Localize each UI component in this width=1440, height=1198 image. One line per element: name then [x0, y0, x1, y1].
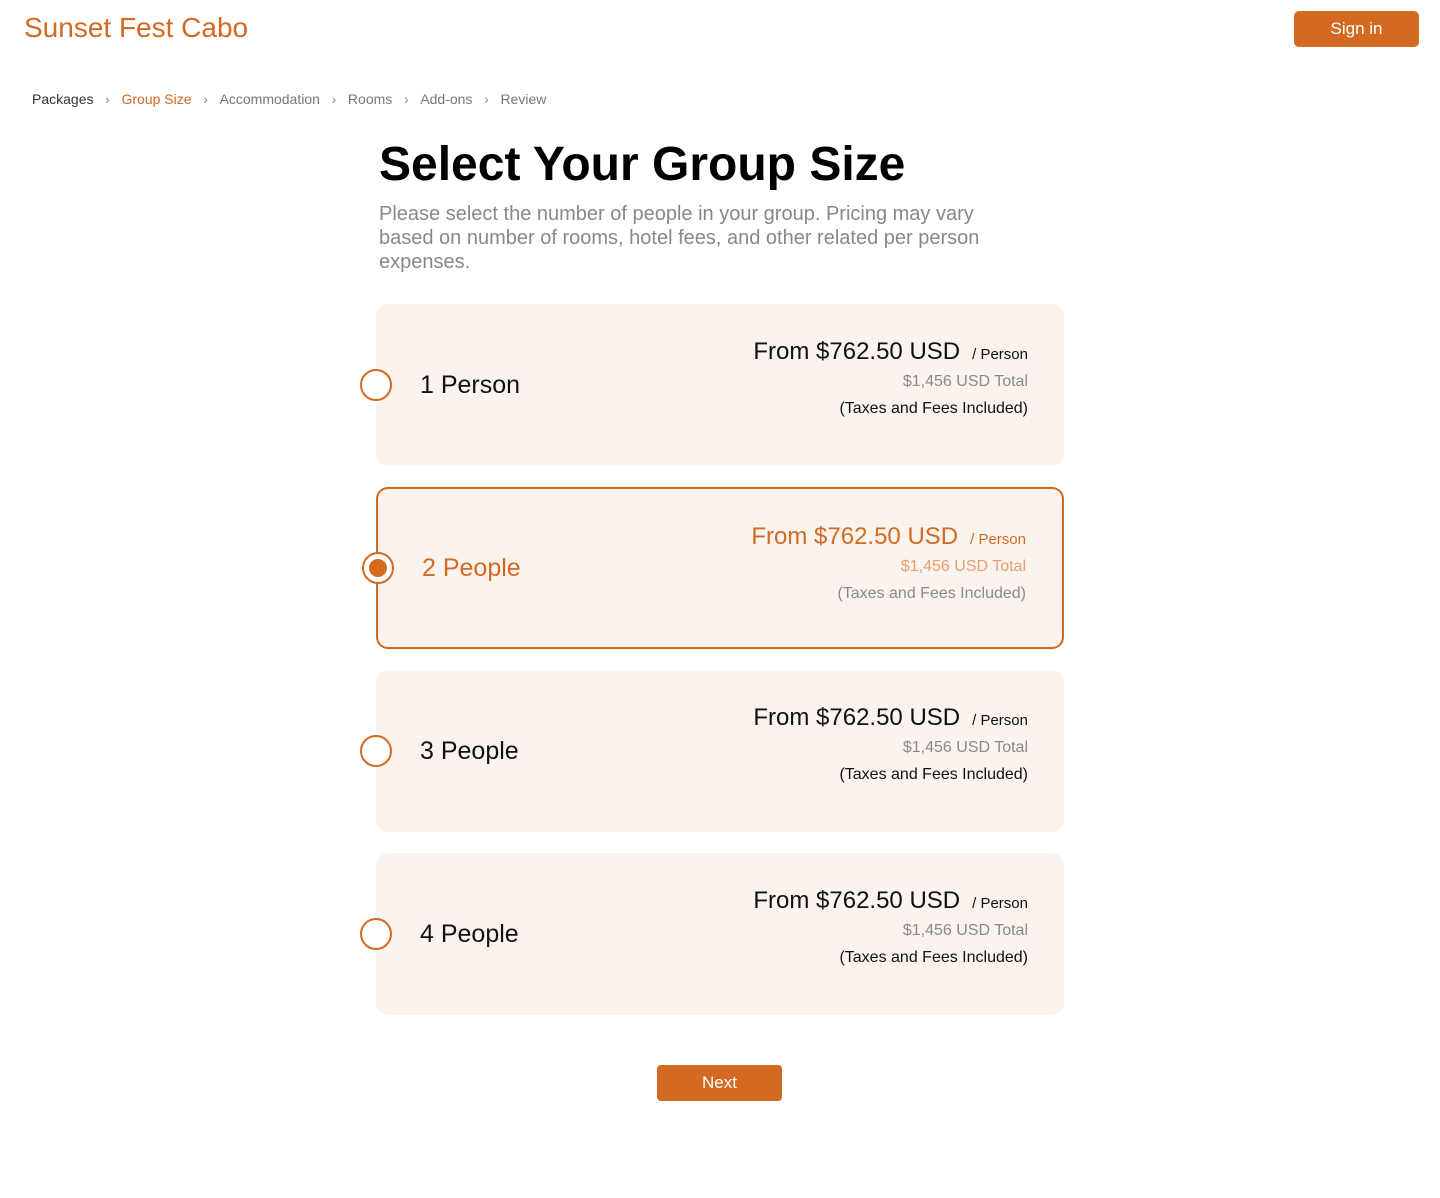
taxes-note: (Taxes and Fees Included): [837, 585, 1026, 602]
chevron-right-icon: ›: [331, 91, 337, 107]
sign-in-button[interactable]: Sign in: [1294, 11, 1419, 47]
chevron-right-icon: ›: [203, 91, 208, 107]
group-size-option-2[interactable]: 2 People From $762.50 USD / Person $1,45…: [362, 487, 1064, 649]
chevron-right-icon: ›: [105, 91, 110, 107]
breadcrumb: Packages › Group Size › Accommodation › …: [32, 90, 546, 108]
taxes-note: (Taxes and Fees Included): [839, 400, 1028, 417]
next-button[interactable]: Next: [657, 1065, 782, 1101]
option-label: 3 People: [420, 737, 519, 765]
total-price: $1,456 USD Total: [902, 739, 1028, 756]
chevron-right-icon: ›: [484, 91, 489, 107]
breadcrumb-packages[interactable]: Packages: [32, 90, 93, 108]
taxes-note: (Taxes and Fees Included): [839, 949, 1028, 966]
group-size-option-4[interactable]: 4 People From $762.50 USD / Person $1,45…: [360, 853, 1064, 1015]
price-block: From $762.50 USD / Person $1,456 USD Tot…: [753, 702, 1028, 786]
per-person-label: / Person: [972, 895, 1028, 912]
page-description: Please select the number of people in yo…: [379, 203, 980, 273]
option-label: 1 Person: [420, 371, 521, 399]
per-person-label: / Person: [972, 712, 1028, 729]
price-block: From $762.50 USD / Person $1,456 USD Tot…: [751, 521, 1026, 605]
radio-button-selected[interactable]: [362, 552, 394, 584]
breadcrumb-group-size[interactable]: Group Size: [121, 90, 191, 108]
radio-button[interactable]: [360, 918, 392, 950]
chevron-right-icon: ›: [403, 91, 409, 107]
taxes-note: (Taxes and Fees Included): [839, 766, 1028, 783]
option-label: 2 People: [422, 554, 521, 582]
breadcrumb-accommodation[interactable]: Accommodation: [220, 90, 320, 108]
total-price: $1,456 USD Total: [902, 373, 1028, 390]
group-size-option-3[interactable]: 3 People From $762.50 USD / Person $1,45…: [360, 670, 1064, 832]
price-per-person: From $762.50 USD: [753, 704, 961, 731]
group-size-option-1[interactable]: 1 Person From $762.50 USD / Person $1,45…: [360, 304, 1064, 466]
price-block: From $762.50 USD / Person $1,456 USD Tot…: [753, 336, 1028, 420]
brand-logo[interactable]: Sunset Fest Cabo: [24, 10, 248, 46]
radio-dot-icon: [369, 559, 387, 577]
per-person-label: / Person: [972, 346, 1028, 363]
option-label: 4 People: [420, 920, 519, 948]
price-per-person: From $762.50 USD: [753, 338, 961, 365]
per-person-label: / Person: [970, 531, 1026, 548]
radio-button[interactable]: [360, 369, 392, 401]
price-per-person: From $762.50 USD: [751, 523, 959, 550]
price-per-person: From $762.50 USD: [753, 887, 961, 914]
total-price: $1,456 USD Total: [900, 558, 1026, 575]
breadcrumb-rooms[interactable]: Rooms: [348, 90, 392, 108]
price-block: From $762.50 USD / Person $1,456 USD Tot…: [753, 885, 1028, 969]
breadcrumb-add-ons[interactable]: Add-ons: [420, 90, 472, 108]
page-title: Select Your Group Size: [379, 138, 906, 191]
radio-button[interactable]: [360, 735, 392, 767]
breadcrumb-review[interactable]: Review: [500, 90, 546, 108]
total-price: $1,456 USD Total: [902, 922, 1028, 939]
